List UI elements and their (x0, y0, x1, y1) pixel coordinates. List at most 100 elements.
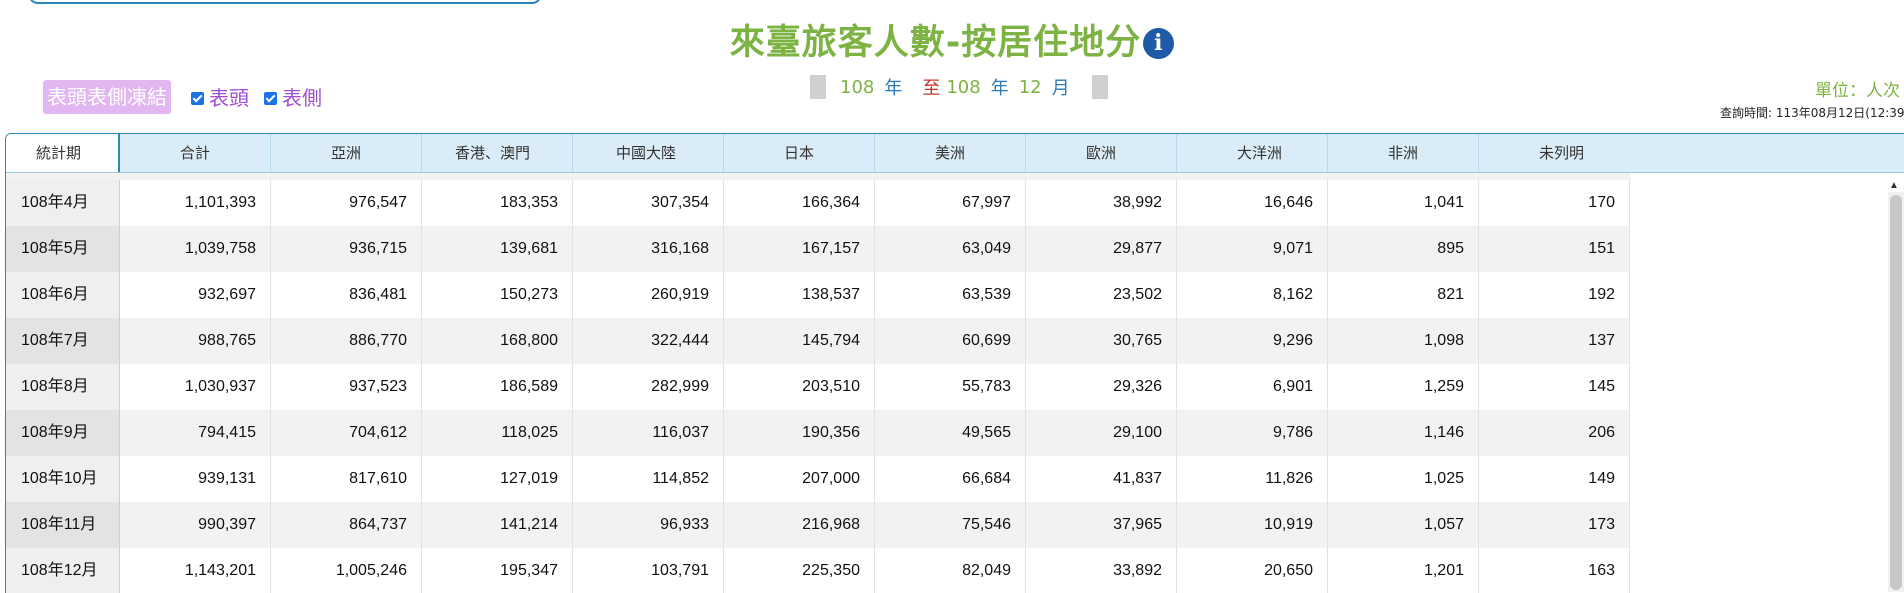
data-table: 統計期 合計 亞洲 香港、澳門 中國大陸 日本 美洲 歐洲 大洋洲 非洲 未列明… (5, 133, 1904, 593)
scrollbar-thumb[interactable] (1890, 195, 1902, 590)
table-cell: 66,684 (875, 456, 1026, 502)
partial-row (6, 173, 1631, 180)
table-cell: 216,968 (724, 502, 875, 548)
table-cell: 817,610 (271, 456, 422, 502)
table-cell: 82,049 (875, 548, 1026, 593)
table-cell: 103,791 (573, 548, 724, 593)
table-cell: 10,919 (1177, 502, 1328, 548)
table-cell: 322,444 (573, 318, 724, 364)
page-title-text: 來臺旅客人數-按居住地分 (729, 23, 1142, 63)
table-cell: 1,030,937 (120, 364, 271, 410)
end-year-unit: 年 (990, 78, 1009, 99)
table-cell: 116,037 (573, 410, 724, 456)
end-year[interactable]: 108 (946, 77, 980, 98)
column-header: 大洋洲 (1177, 134, 1328, 172)
table-cell: 206 (1479, 410, 1630, 456)
row-period-cell: 108年4月 (6, 180, 120, 226)
table-cell: 316,168 (573, 226, 724, 272)
table-cell: 63,539 (875, 272, 1026, 318)
row-period-cell: 108年8月 (6, 364, 120, 410)
table-cell: 29,100 (1026, 410, 1177, 456)
table-cell: 55,783 (875, 364, 1026, 410)
column-header: 亞洲 (271, 134, 422, 172)
table-cell: 932,697 (120, 272, 271, 318)
column-header: 日本 (724, 134, 875, 172)
to-label: 至 (922, 78, 941, 99)
column-header: 中國大陸 (573, 134, 724, 172)
table-cell: 6,901 (1177, 364, 1328, 410)
table-cell: 139,681 (422, 226, 573, 272)
table-cell: 864,737 (271, 502, 422, 548)
table-cell: 170 (1479, 180, 1630, 226)
header-checkbox[interactable]: 表頭 (191, 84, 249, 112)
table-cell: 988,765 (120, 318, 271, 364)
query-time: 查詢時間: 113年08月12日(12:39) (1720, 106, 1904, 120)
side-checkbox[interactable]: 表側 (264, 84, 322, 112)
table-cell: 167,157 (724, 226, 875, 272)
table-cell: 183,353 (422, 180, 573, 226)
column-header: 歐洲 (1026, 134, 1177, 172)
table-cell: 1,041 (1328, 180, 1479, 226)
checkbox-checked-icon[interactable] (264, 91, 277, 105)
table-cell: 67,997 (875, 180, 1026, 226)
table-cell: 9,296 (1177, 318, 1328, 364)
table-cell: 9,786 (1177, 410, 1328, 456)
table-cell: 141,214 (422, 502, 573, 548)
table-cell: 307,354 (573, 180, 724, 226)
table-cell: 1,101,393 (120, 180, 271, 226)
table-row: 108年10月 939,131 817,610 127,019 114,852 207,0… (6, 456, 1631, 502)
column-header: 未列明 (1539, 144, 1585, 162)
table-row: 108年5月 1,039,758 936,715 139,681 316,168 167,… (6, 226, 1631, 272)
row-period-cell: 108年7月 (6, 318, 120, 364)
table-cell: 207,000 (724, 456, 875, 502)
column-header: 統計期 (6, 134, 120, 172)
table-cell: 96,933 (573, 502, 724, 548)
info-icon[interactable]: i (1143, 28, 1175, 59)
scroll-up-arrow-icon[interactable]: ▲ (1889, 180, 1899, 191)
table-cell: 118,025 (422, 410, 573, 456)
table-cell: 1,146 (1328, 410, 1479, 456)
side-checkbox-label: 表側 (282, 86, 322, 110)
start-period-dropdown[interactable] (810, 75, 826, 99)
table-cell: 30,765 (1026, 318, 1177, 364)
row-period-cell: 108年11月 (6, 502, 120, 548)
end-month[interactable]: 12 (1019, 77, 1042, 98)
table-cell: 138,537 (724, 272, 875, 318)
table-row: 108年8月 1,030,937 937,523 186,589 282,999 203,… (6, 364, 1631, 410)
table-cell: 49,565 (875, 410, 1026, 456)
table-row: 108年4月 1,101,393 976,547 183,353 307,354 166,… (6, 180, 1631, 226)
table-cell: 151 (1479, 226, 1630, 272)
table-row: 108年6月 932,697 836,481 150,273 260,919 138,53… (6, 272, 1631, 318)
table-cell: 173 (1479, 502, 1630, 548)
end-period-dropdown[interactable] (1091, 75, 1108, 99)
table-cell: 149 (1479, 456, 1630, 502)
table-cell: 1,259 (1328, 364, 1479, 410)
table-cell: 33,892 (1026, 548, 1177, 593)
table-cell: 821 (1328, 272, 1479, 318)
table-cell: 192 (1479, 272, 1630, 318)
table-cell: 60,699 (875, 318, 1026, 364)
start-year[interactable]: 108 (840, 77, 874, 98)
table-cell: 75,546 (875, 502, 1026, 548)
table-cell: 23,502 (1026, 272, 1177, 318)
table-cell: 886,770 (271, 318, 422, 364)
table-cell: 976,547 (271, 180, 422, 226)
table-cell: 11,826 (1177, 456, 1328, 502)
table-rows: 108年4月 1,101,393 976,547 183,353 307,354 166,… (6, 180, 1631, 593)
table-cell: 990,397 (120, 502, 271, 548)
row-period-cell: 108年5月 (6, 226, 120, 272)
table-cell: 1,143,201 (120, 548, 271, 593)
table-cell: 1,057 (1328, 502, 1479, 548)
table-cell: 260,919 (573, 272, 724, 318)
start-year-unit: 年 (884, 78, 903, 99)
table-header: 統計期 合計 亞洲 香港、澳門 中國大陸 日本 美洲 歐洲 大洋洲 非洲 未列明 (6, 134, 1904, 173)
table-cell: 63,049 (875, 226, 1026, 272)
freeze-header-side-button[interactable]: 表頭表側凍結 (43, 80, 171, 114)
table-cell: 29,877 (1026, 226, 1177, 272)
table-cell: 41,837 (1026, 456, 1177, 502)
table-row: 108年7月 988,765 886,770 168,800 322,444 145,79… (6, 318, 1631, 364)
table-cell: 895 (1328, 226, 1479, 272)
header-checkbox-label: 表頭 (209, 86, 249, 110)
checkbox-checked-icon[interactable] (191, 91, 204, 105)
table-cell: 186,589 (422, 364, 573, 410)
